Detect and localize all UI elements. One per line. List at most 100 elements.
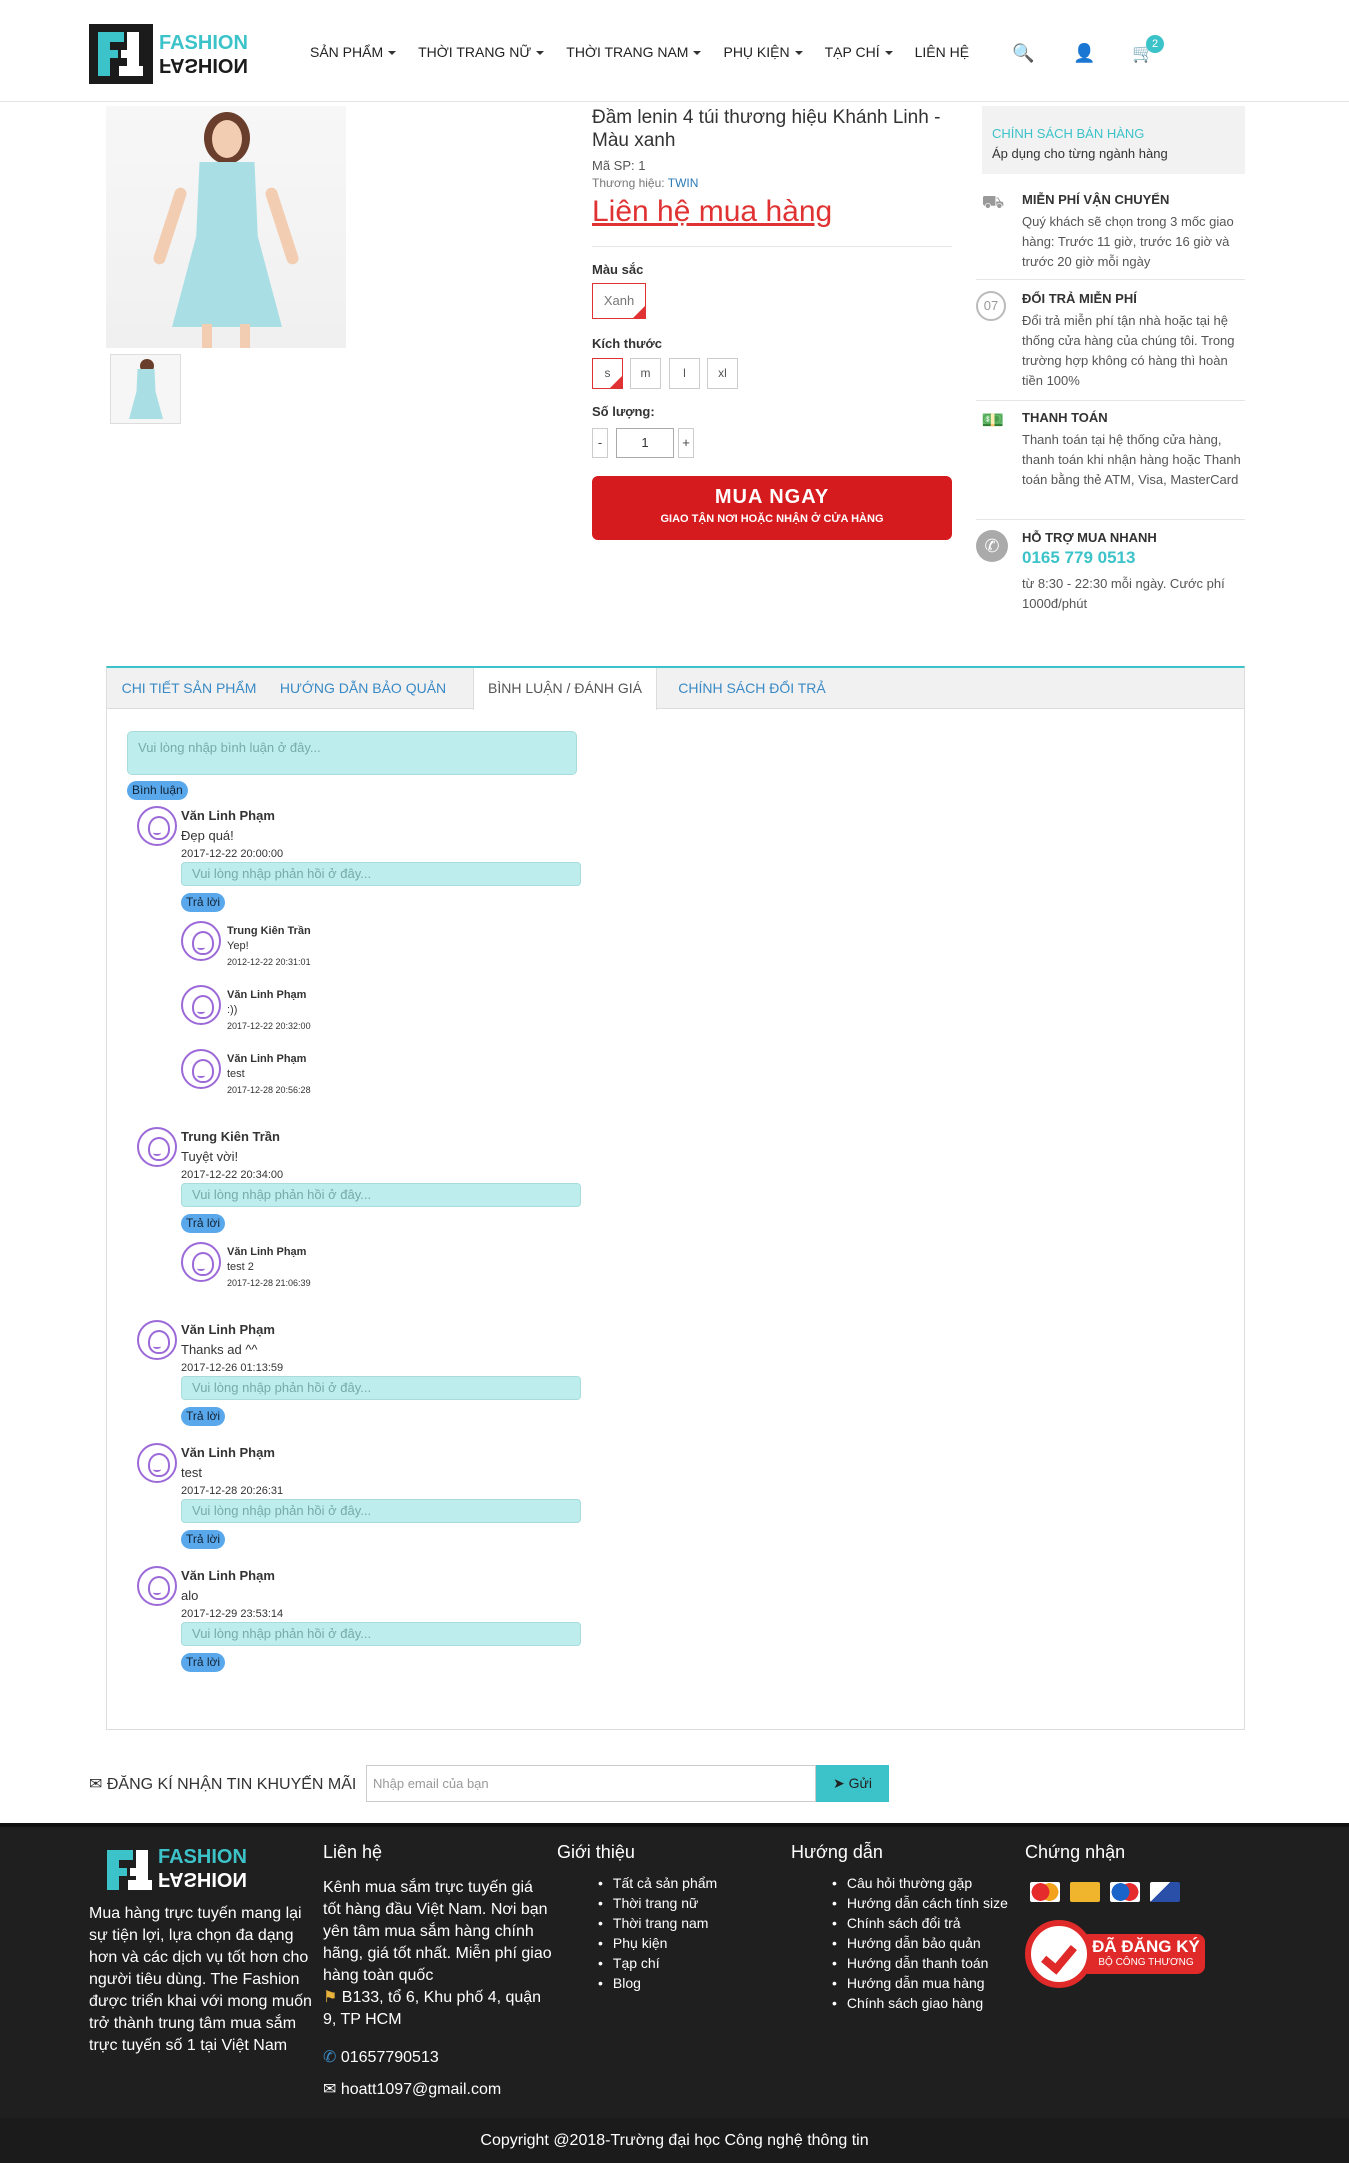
color-option[interactable]: Xanh bbox=[592, 283, 646, 319]
policy-desc: Quý khách sẽ chọn trong 3 mốc giao hàng:… bbox=[1022, 214, 1234, 269]
sales-policy-box: CHÍNH SÁCH BÁN HÀNG Áp dụng cho từng ngà… bbox=[982, 106, 1245, 174]
footer-guide-link[interactable]: Chính sách giao hàng bbox=[832, 1993, 1008, 2013]
footer-intro-link[interactable]: Blog bbox=[598, 1973, 717, 1993]
reply-input[interactable]: Vui lòng nhập phản hồi ở đây... bbox=[181, 1499, 581, 1523]
user-avatar bbox=[181, 921, 221, 961]
nav-item-label: TẠP CHÍ bbox=[824, 44, 880, 60]
email-text: hoatt1097@gmail.com bbox=[340, 2081, 502, 2098]
brand-link[interactable]: TWIN bbox=[668, 176, 699, 190]
search-icon[interactable]: 🔍 bbox=[1012, 43, 1034, 64]
reply-button[interactable]: Trả lời bbox=[181, 893, 226, 912]
newsletter-email-input[interactable]: Nhập email của bạn bbox=[366, 1765, 816, 1802]
footer-guide-links: Câu hỏi thường gặpHướng dẫn cách tính si… bbox=[832, 1873, 1008, 2013]
site-logo[interactable]: FASHION FASHION bbox=[89, 24, 248, 84]
product-main-image[interactable] bbox=[106, 106, 346, 348]
footer-guide-link[interactable]: Hướng dẫn bảo quản bbox=[832, 1933, 1008, 1953]
comment-date: 2017-12-29 23:53:14 bbox=[181, 1608, 284, 1620]
registered-badge[interactable]: ĐÃ ĐĂNG KÝ BỘ CÔNG THƯƠNG bbox=[1025, 1920, 1207, 1992]
footer-contact-desc: Kênh mua sắm trực tuyến giá tốt hàng đầu… bbox=[323, 1879, 552, 1984]
comment-date: 2017-12-22 20:00:00 bbox=[181, 848, 284, 860]
buy-now-button[interactable]: MUA NGAY GIAO TẬN NƠI HOẶC NHẬN Ở CỬA HÀ… bbox=[592, 476, 952, 540]
buy-now-label: MUA NGAY bbox=[714, 486, 830, 508]
reply-input[interactable]: Vui lòng nhập phản hồi ở đây... bbox=[181, 862, 581, 886]
mail-icon: ✉ bbox=[323, 2081, 337, 2098]
submit-comment-button[interactable]: Bình luận bbox=[127, 781, 188, 800]
footer-intro-link[interactable]: Tạp chí bbox=[598, 1953, 717, 1973]
footer-intro-link[interactable]: Phụ kiện bbox=[598, 1933, 717, 1953]
comment-input[interactable]: Vui lòng nhập bình luận ở đây... bbox=[127, 731, 577, 775]
footer-guide-link[interactable]: Hướng dẫn mua hàng bbox=[832, 1973, 1008, 1993]
nav-item-label: SẢN PHẨM bbox=[310, 44, 384, 60]
reply-input[interactable]: Vui lòng nhập phản hồi ở đây... bbox=[181, 1622, 581, 1646]
nav-item-2[interactable]: THỜI TRANG NAM bbox=[566, 44, 702, 60]
footer-about: Mua hàng trực tuyến mang lại sự tiện lợi… bbox=[89, 1905, 312, 2054]
footer-logo[interactable]: FASHION FASHION bbox=[98, 1842, 247, 1894]
size-option-s[interactable]: s bbox=[592, 358, 623, 389]
quantity-decrease-button[interactable]: - bbox=[592, 428, 608, 458]
reply-button[interactable]: Trả lời bbox=[181, 1653, 226, 1672]
comment-text: test bbox=[181, 1465, 202, 1480]
footer-guide-link[interactable]: Hướng dẫn thanh toán bbox=[832, 1953, 1008, 1973]
quantity-increase-button[interactable]: + bbox=[678, 428, 694, 458]
maestro-icon bbox=[1110, 1882, 1140, 1902]
comment-author: Văn Linh Phạm bbox=[181, 808, 275, 823]
reply-input[interactable]: Vui lòng nhập phản hồi ở đây... bbox=[181, 1376, 581, 1400]
footer-address: ⚑ B133, tổ 6, Khu phố 4, quận 9, TP HCM bbox=[323, 1987, 553, 2031]
product-price[interactable]: Liên hệ mua hàng bbox=[592, 195, 832, 229]
tab-product-details[interactable]: CHI TIẾT SẢN PHẨM bbox=[107, 668, 271, 709]
newsletter-submit-button[interactable]: ➤ Gửi bbox=[816, 1765, 889, 1802]
send-icon: ➤ bbox=[833, 1775, 845, 1791]
tab-return-policy[interactable]: CHÍNH SÁCH ĐỔI TRẢ bbox=[657, 668, 847, 709]
footer-phone[interactable]: ✆ 01657790513 bbox=[323, 2047, 439, 2067]
main-nav: SẢN PHẨM THỜI TRANG NỮ THỜI TRANG NAM PHỤ K… bbox=[310, 44, 991, 60]
size-option-xl[interactable]: xl bbox=[707, 358, 738, 389]
check-icon bbox=[1041, 1937, 1077, 1975]
comment-text: alo bbox=[181, 1588, 199, 1603]
color-label: Màu sắc bbox=[592, 262, 644, 277]
reply-author: Trung Kiên Trần bbox=[227, 925, 311, 937]
reply-button[interactable]: Trả lời bbox=[181, 1530, 226, 1549]
tab-care-guide[interactable]: HƯỚNG DẪN BẢO QUẢN bbox=[271, 668, 455, 709]
size-label: Kích thước bbox=[592, 336, 662, 351]
cert-sub-text: BỘ CÔNG THƯƠNG bbox=[1098, 1957, 1194, 1968]
reply-input[interactable]: Vui lòng nhập phản hồi ở đây... bbox=[181, 1183, 581, 1207]
user-icon[interactable]: 👤 bbox=[1073, 43, 1095, 64]
user-avatar bbox=[137, 1566, 177, 1606]
reply-button[interactable]: Trả lời bbox=[181, 1407, 226, 1426]
size-option-label: l bbox=[683, 366, 686, 380]
nav-item-1[interactable]: THỜI TRANG NỮ bbox=[418, 44, 545, 60]
footer-intro-link[interactable]: Tất cả sản phẩm bbox=[598, 1873, 717, 1893]
selected-corner bbox=[610, 376, 622, 388]
size-option-m[interactable]: m bbox=[630, 358, 661, 389]
nav-item-5[interactable]: LIÊN HỆ bbox=[915, 44, 969, 60]
footer-intro-link[interactable]: Thời trang nam bbox=[598, 1913, 717, 1933]
footer-intro-title: Giới thiệu bbox=[557, 1842, 635, 1862]
quantity-input[interactable]: 1 bbox=[616, 428, 674, 458]
nav-item-3[interactable]: PHỤ KIỆN bbox=[723, 44, 803, 60]
tab-bar: CHI TIẾT SẢN PHẨM HƯỚNG DẪN BẢO QUẢN BÌN… bbox=[107, 668, 1244, 710]
copyright: Copyright @2018-Trường đại học Công nghệ… bbox=[0, 2118, 1349, 2163]
nav-item-0[interactable]: SẢN PHẨM bbox=[310, 44, 397, 60]
footer-guide-link[interactable]: Chính sách đổi trả bbox=[832, 1913, 1008, 1933]
nav-item-4[interactable]: TẠP CHÍ bbox=[825, 44, 893, 60]
comment-date: 2017-12-28 20:26:31 bbox=[181, 1485, 284, 1497]
size-option-l[interactable]: l bbox=[669, 358, 700, 389]
footer-guide-link[interactable]: Câu hỏi thường gặp bbox=[832, 1873, 1008, 1893]
footer-intro-link[interactable]: Thời trang nữ bbox=[598, 1893, 717, 1913]
product-thumbnail[interactable] bbox=[110, 354, 181, 424]
reply-button[interactable]: Trả lời bbox=[181, 1214, 226, 1233]
support-phone[interactable]: 0165 779 0513 bbox=[1022, 548, 1135, 568]
payment-cards bbox=[1030, 1882, 1190, 1902]
visa-icon bbox=[1070, 1882, 1100, 1902]
footer-email[interactable]: ✉ hoatt1097@gmail.com bbox=[323, 2079, 501, 2099]
size-option-label: xl bbox=[718, 366, 727, 380]
reply-date: 2017-12-28 20:56:28 bbox=[227, 1085, 311, 1095]
policy-title: HỖ TRỢ MUA NHANH bbox=[1022, 530, 1157, 545]
tab-comments[interactable]: BÌNH LUẬN / ĐÁNH GIÁ bbox=[473, 668, 657, 710]
comment-author: Văn Linh Phạm bbox=[181, 1568, 275, 1583]
footer-guide-link[interactable]: Hướng dẫn cách tính size bbox=[832, 1893, 1008, 1913]
comment-author: Văn Linh Phạm bbox=[181, 1445, 275, 1460]
newsletter-submit-label: Gửi bbox=[848, 1775, 872, 1791]
user-avatar bbox=[137, 1443, 177, 1483]
logo-text-top: FASHION bbox=[159, 32, 248, 54]
